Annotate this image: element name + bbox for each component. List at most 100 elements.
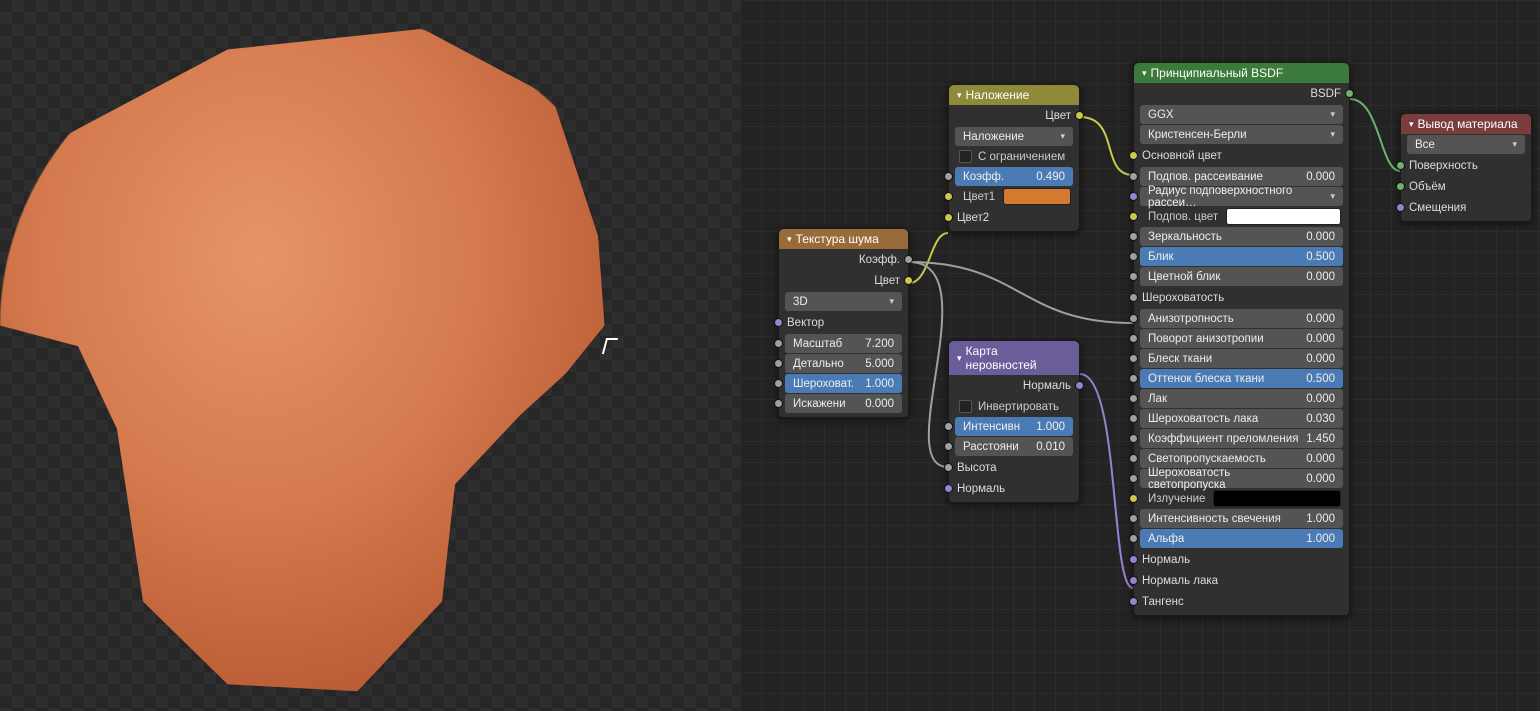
- mouse-cursor: [604, 338, 618, 356]
- distortion-slider[interactable]: Искажени0.000: [785, 394, 902, 413]
- socket-in-aniso-rot[interactable]: [1129, 334, 1138, 343]
- ior-slider[interactable]: Коэффициент преломления1.450: [1140, 429, 1343, 448]
- out-bsdf-label: BSDF: [1310, 88, 1341, 100]
- aniso-rotation-slider[interactable]: Поворот анизотропии0.000: [1140, 329, 1343, 348]
- roughness-label: Шероховатость: [1142, 292, 1224, 304]
- socket-in-cc-rough[interactable]: [1129, 414, 1138, 423]
- displacement-label: Смещения: [1409, 202, 1466, 214]
- socket-in-spec-tint[interactable]: [1129, 272, 1138, 281]
- clamp-checkbox[interactable]: С ограничением: [955, 147, 1073, 166]
- specular-tint-slider[interactable]: Блик0.500: [1140, 247, 1343, 266]
- scale-slider[interactable]: Масштаб7.200: [785, 334, 902, 353]
- socket-in-sheen-tint[interactable]: [1129, 374, 1138, 383]
- sheen-slider[interactable]: Блеск ткани0.000: [1140, 349, 1343, 368]
- tangent-label: Тангенс: [1142, 596, 1184, 608]
- anisotropic-slider[interactable]: Анизотропность0.000: [1140, 309, 1343, 328]
- subsurface-method-select[interactable]: Кристенсен-Берли: [1140, 125, 1343, 144]
- viewport-3d[interactable]: [0, 0, 740, 711]
- out-normal-label: Нормаль: [1023, 380, 1071, 392]
- socket-out-fac[interactable]: [904, 255, 913, 264]
- socket-in-surface[interactable]: [1396, 161, 1405, 170]
- socket-in-transmission[interactable]: [1129, 454, 1138, 463]
- blend-mode-select[interactable]: Наложение: [955, 127, 1073, 146]
- emission-strength-slider[interactable]: Интенсивность свечения1.000: [1140, 509, 1343, 528]
- socket-in-aniso[interactable]: [1129, 314, 1138, 323]
- socket-in-emission[interactable]: [1129, 494, 1138, 503]
- socket-out-bsdf[interactable]: [1345, 89, 1354, 98]
- socket-in-sheen[interactable]: [1129, 354, 1138, 363]
- socket-in-detail[interactable]: [774, 359, 783, 368]
- socket-in-strength[interactable]: [944, 422, 953, 431]
- fac-slider[interactable]: Коэфф.0.490: [955, 167, 1073, 186]
- node-header[interactable]: Карта неровностей: [949, 341, 1079, 375]
- roughness-slider[interactable]: Шероховат.1.000: [785, 374, 902, 393]
- distribution-select[interactable]: GGX: [1140, 105, 1343, 124]
- specular-tint2-slider[interactable]: Цветной блик0.000: [1140, 267, 1343, 286]
- socket-in-distance[interactable]: [944, 442, 953, 451]
- node-header[interactable]: Принципиальный BSDF: [1134, 63, 1349, 83]
- alpha-slider[interactable]: Альфа1.000: [1140, 529, 1343, 548]
- node-bump[interactable]: Карта неровностей Нормаль Инвертировать …: [948, 340, 1080, 503]
- socket-in-displacement[interactable]: [1396, 203, 1405, 212]
- node-noise-texture[interactable]: Текстура шума Коэфф. Цвет 3D Вектор Масш…: [778, 228, 909, 418]
- socket-out-color[interactable]: [1075, 111, 1084, 120]
- clearcoat-rough-slider[interactable]: Шероховатость лака0.030: [1140, 409, 1343, 428]
- strength-slider[interactable]: Интенсивн1.000: [955, 417, 1073, 436]
- socket-out-color[interactable]: [904, 276, 913, 285]
- node-material-output[interactable]: Вывод материала Все Поверхность Объём См…: [1400, 113, 1532, 222]
- socket-in-specular[interactable]: [1129, 232, 1138, 241]
- node-mix-rgb[interactable]: Наложение Цвет Наложение С ограничением …: [948, 84, 1080, 232]
- target-select[interactable]: Все: [1407, 135, 1525, 154]
- trans-rough-slider[interactable]: Шероховатость светопропуска0.000: [1140, 469, 1343, 488]
- socket-in-roughness[interactable]: [1129, 293, 1138, 302]
- normal-label: Нормаль: [957, 483, 1005, 495]
- socket-in-emit-strength[interactable]: [1129, 514, 1138, 523]
- socket-in-trans-rough[interactable]: [1129, 474, 1138, 483]
- socket-out-normal[interactable]: [1075, 381, 1084, 390]
- socket-in-vector[interactable]: [774, 318, 783, 327]
- subsurface-slider[interactable]: Подпов. рассеивание0.000: [1140, 167, 1343, 186]
- socket-in-fac[interactable]: [944, 172, 953, 181]
- emission-swatch[interactable]: Излучение: [1140, 489, 1343, 508]
- socket-in-roughness[interactable]: [774, 379, 783, 388]
- socket-in-cc-normal[interactable]: [1129, 576, 1138, 585]
- distance-slider[interactable]: Расстояни0.010: [955, 437, 1073, 456]
- transmission-slider[interactable]: Светопропускаемость0.000: [1140, 449, 1343, 468]
- specular-slider[interactable]: Зеркальность0.000: [1140, 227, 1343, 246]
- socket-in-sss-radius[interactable]: [1129, 192, 1138, 201]
- subsurface-color-swatch[interactable]: Подпов. цвет: [1140, 207, 1343, 226]
- detail-slider[interactable]: Детально5.000: [785, 354, 902, 373]
- model-render: [0, 15, 650, 705]
- node-editor[interactable]: Текстура шума Коэфф. Цвет 3D Вектор Масш…: [740, 0, 1540, 711]
- height-label: Высота: [957, 462, 997, 474]
- socket-in-alpha[interactable]: [1129, 534, 1138, 543]
- socket-in-scale[interactable]: [774, 339, 783, 348]
- socket-in-sss-color[interactable]: [1129, 212, 1138, 221]
- sheen-tint-slider[interactable]: Оттенок блеска ткани0.500: [1140, 369, 1343, 388]
- socket-in-normal[interactable]: [1129, 555, 1138, 564]
- invert-checkbox[interactable]: Инвертировать: [955, 397, 1073, 416]
- socket-in-spec-glint[interactable]: [1129, 252, 1138, 261]
- socket-in-color2[interactable]: [944, 213, 953, 222]
- node-header[interactable]: Наложение: [949, 85, 1079, 105]
- out-color-label: Цвет: [874, 275, 900, 287]
- socket-in-volume[interactable]: [1396, 182, 1405, 191]
- node-header[interactable]: Вывод материала: [1401, 114, 1531, 134]
- socket-in-height[interactable]: [944, 463, 953, 472]
- color1-swatch[interactable]: Цвет1: [955, 187, 1073, 206]
- volume-label: Объём: [1409, 181, 1446, 193]
- noise-dimensions-select[interactable]: 3D: [785, 292, 902, 311]
- socket-in-normal[interactable]: [944, 484, 953, 493]
- socket-in-tangent[interactable]: [1129, 597, 1138, 606]
- socket-in-subsurface[interactable]: [1129, 172, 1138, 181]
- clearcoat-slider[interactable]: Лак0.000: [1140, 389, 1343, 408]
- socket-in-clearcoat[interactable]: [1129, 394, 1138, 403]
- socket-in-distortion[interactable]: [774, 399, 783, 408]
- socket-in-base-color[interactable]: [1129, 151, 1138, 160]
- node-header[interactable]: Текстура шума: [779, 229, 908, 249]
- color2-label: Цвет2: [957, 212, 989, 224]
- socket-in-ior[interactable]: [1129, 434, 1138, 443]
- subsurface-radius-select[interactable]: Радиус подповерхностного рассеи…: [1140, 187, 1343, 206]
- socket-in-color1[interactable]: [944, 192, 953, 201]
- node-principled-bsdf[interactable]: Принципиальный BSDF BSDF GGX Кристенсен-…: [1133, 62, 1350, 616]
